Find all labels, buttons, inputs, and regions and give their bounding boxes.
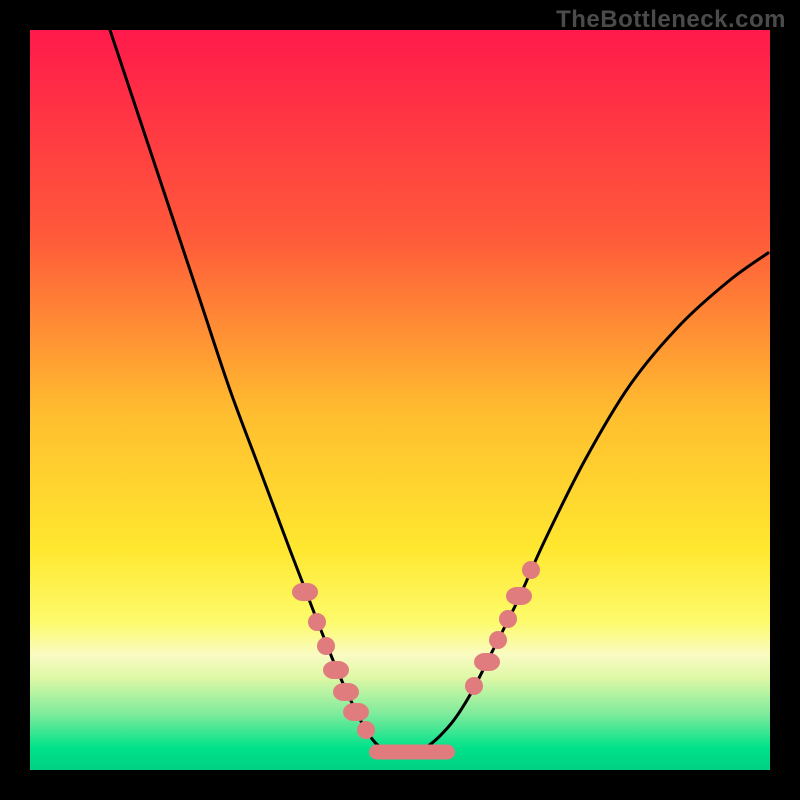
curve-marker [317, 637, 335, 655]
curve-marker [308, 613, 326, 631]
curve-marker [499, 610, 517, 628]
chart-stage: TheBottleneck.com [0, 0, 800, 800]
curve-marker [292, 583, 318, 601]
curve-marker [465, 677, 483, 695]
plot-area [30, 30, 770, 770]
curve-flat-segment [369, 745, 455, 760]
curve-marker [506, 587, 532, 605]
curve-marker [489, 631, 507, 649]
curve-marker [474, 653, 500, 671]
curve-marker [522, 561, 540, 579]
curve-marker [333, 683, 359, 701]
curve-marker [323, 661, 349, 679]
curve-marker [357, 721, 375, 739]
curve-marker [343, 703, 369, 721]
watermark-text: TheBottleneck.com [556, 6, 786, 34]
bottleneck-curve [30, 30, 770, 770]
